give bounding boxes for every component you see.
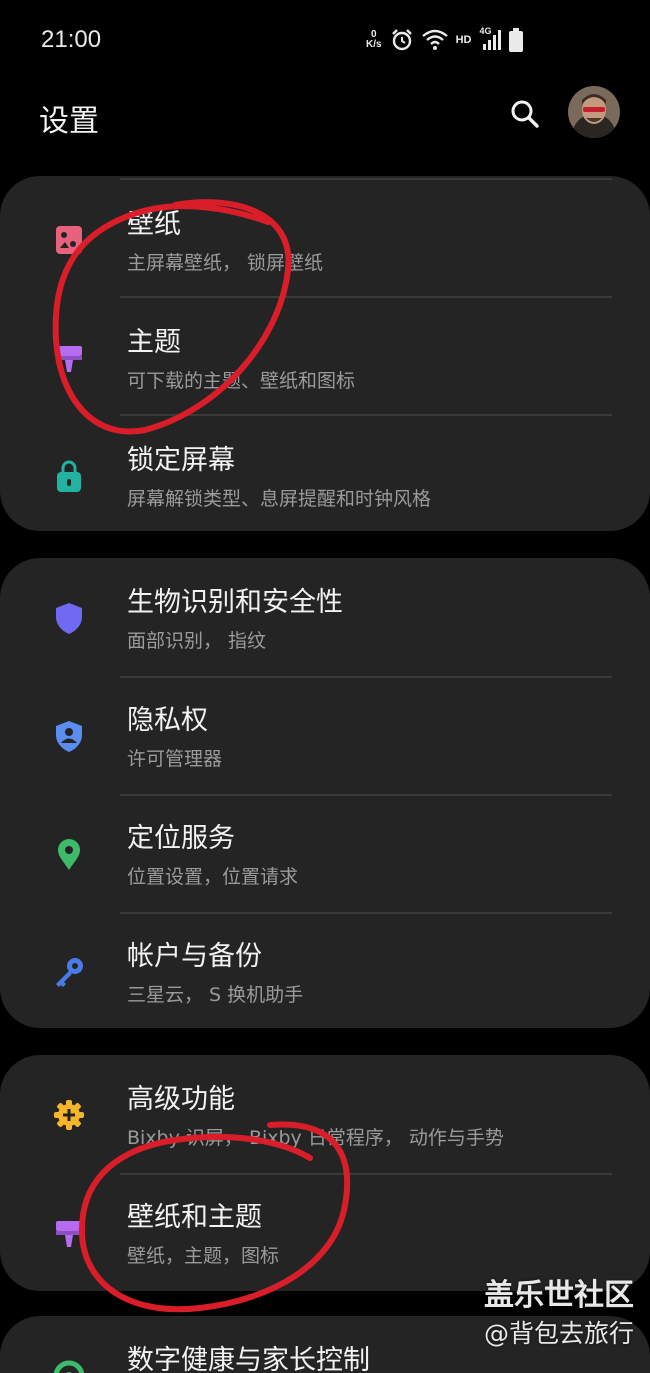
settings-item-subtitle: 面部识别， 指纹 <box>127 630 267 652</box>
search-icon <box>511 100 539 128</box>
settings-group-display: 壁纸 主屏幕壁纸， 锁屏壁纸 主题 可下载的主题、壁纸和图标 锁定屏幕 屏幕解锁… <box>0 176 650 531</box>
settings-item-title: 定位服务 <box>127 823 235 854</box>
status-time: 21:00 <box>41 26 102 53</box>
settings-item-subtitle: Bixby 识屏， Bixby 日常程序， 动作与手势 <box>127 1127 504 1149</box>
search-button[interactable] <box>507 96 543 132</box>
settings-item-wallpaper[interactable]: 壁纸 主屏幕壁纸， 锁屏壁纸 <box>0 180 650 298</box>
settings-item-subtitle: 三星云， S 换机助手 <box>127 984 304 1006</box>
hd-label: HD <box>455 34 472 46</box>
location-pin-icon <box>58 839 80 870</box>
settings-item-title: 帐户与备份 <box>127 941 262 972</box>
settings-item-theme[interactable]: 主题 可下载的主题、壁纸和图标 <box>0 298 650 416</box>
settings-item-title: 壁纸 <box>127 209 181 240</box>
watermark-community: 盖乐世社区 <box>484 1278 634 1313</box>
net-speed-unit: K/s <box>366 39 382 50</box>
settings-item-advanced-features[interactable]: 高级功能 Bixby 识屏， Bixby 日常程序， 动作与手势 <box>0 1055 650 1173</box>
gear-plus-icon <box>54 1100 84 1130</box>
settings-item-title: 数字健康与家长控制 <box>127 1345 370 1373</box>
settings-item-title: 锁定屏幕 <box>127 445 235 476</box>
watermark-author: @背包去旅行 <box>483 1319 634 1348</box>
shield-icon <box>56 603 82 634</box>
net-speed: 0 K/s <box>366 30 382 50</box>
settings-group-security: 生物识别和安全性 面部识别， 指纹 隐私权 许可管理器 定位服务 位置设置，位置… <box>0 558 650 1028</box>
avatar[interactable] <box>568 86 620 138</box>
settings-item-lock-screen[interactable]: 锁定屏幕 屏幕解锁类型、息屏提醒和时钟风格 <box>0 416 650 531</box>
page-title: 设置 <box>39 104 99 139</box>
settings-item-privacy[interactable]: 隐私权 许可管理器 <box>0 676 650 794</box>
settings-item-subtitle: 可下载的主题、壁纸和图标 <box>127 370 356 392</box>
settings-item-biometrics[interactable]: 生物识别和安全性 面部识别， 指纹 <box>0 558 650 676</box>
theme-brush-icon <box>56 1221 82 1247</box>
settings-item-title: 高级功能 <box>127 1084 235 1115</box>
battery-icon <box>509 28 524 52</box>
settings-item-subtitle: 屏幕解锁类型、息屏提醒和时钟风格 <box>127 488 432 510</box>
settings-item-title: 生物识别和安全性 <box>127 587 343 618</box>
settings-item-subtitle: 主屏幕壁纸， 锁屏壁纸 <box>127 252 324 274</box>
wifi-icon <box>421 29 448 50</box>
settings-item-title: 壁纸和主题 <box>127 1202 262 1233</box>
settings-item-accounts-backup[interactable]: 帐户与备份 三星云， S 换机助手 <box>0 912 650 1028</box>
settings-item-subtitle: 壁纸，主题，图标 <box>127 1245 280 1267</box>
settings-item-title: 隐私权 <box>127 705 208 736</box>
theme-brush-icon <box>56 346 82 372</box>
status-bar: 21:00 0 K/s HD 4G <box>0 0 650 80</box>
wallpaper-icon <box>56 226 82 254</box>
settings-item-subtitle: 许可管理器 <box>127 748 223 770</box>
status-icons: 0 K/s HD 4G <box>366 26 524 54</box>
privacy-shield-icon <box>56 721 82 752</box>
settings-item-subtitle: 位置设置，位置请求 <box>127 866 299 888</box>
alarm-icon <box>391 29 412 51</box>
top-app-bar: 设置 <box>0 80 650 170</box>
digital-wellbeing-icon <box>53 1360 85 1373</box>
settings-group-advanced: 高级功能 Bixby 识屏， Bixby 日常程序， 动作与手势 壁纸和主题 壁… <box>0 1055 650 1291</box>
lock-icon <box>57 460 81 492</box>
settings-item-location[interactable]: 定位服务 位置设置，位置请求 <box>0 794 650 912</box>
settings-item-title: 主题 <box>127 327 181 358</box>
key-icon <box>56 958 83 987</box>
signal-icon: 4G <box>479 26 502 52</box>
